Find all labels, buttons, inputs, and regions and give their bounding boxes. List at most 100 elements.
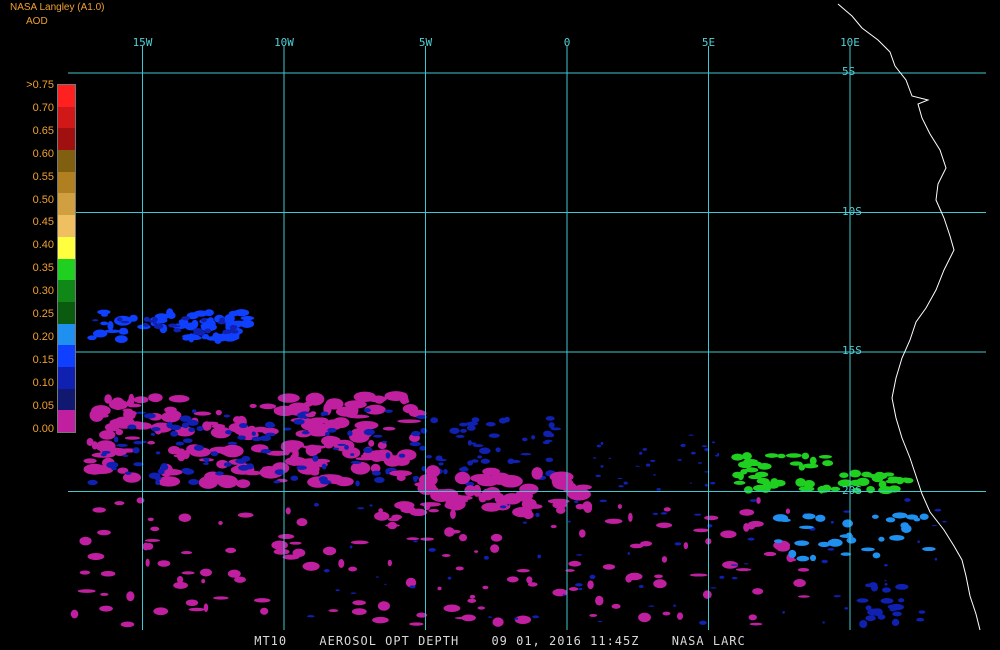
aerosol-patch	[153, 607, 169, 616]
aerosol-patch	[942, 520, 947, 523]
aerosol-patch	[690, 451, 696, 455]
aerosol-patch	[488, 433, 500, 438]
aerosol-patch	[225, 547, 237, 554]
aerosol-patch	[313, 502, 319, 507]
aerosol-patch	[472, 444, 484, 448]
aerosol-patch	[113, 436, 119, 443]
aerosol-patch	[425, 465, 441, 478]
aerosol-patch	[934, 557, 938, 561]
aerosol-patch	[673, 604, 677, 607]
aerosol-patch	[656, 522, 673, 528]
aerosol-patch	[617, 477, 623, 480]
aerosol-patch	[731, 453, 744, 461]
aerosol-patch	[378, 508, 383, 514]
legend-swatch	[58, 236, 75, 259]
aerosol-patch	[116, 317, 123, 322]
variable-name: AEROSOL OPT DEPTH	[319, 634, 460, 648]
aerosol-patch	[363, 447, 373, 454]
aerosol-patch	[167, 311, 176, 320]
aerosol-patch	[877, 614, 886, 620]
aerosol-patch	[628, 512, 633, 522]
aerosol-patch	[296, 412, 306, 419]
aerosol-patch	[638, 612, 651, 623]
aerosol-patch	[238, 464, 250, 471]
aerosol-patch	[135, 411, 147, 414]
aerosol-patch	[458, 533, 468, 542]
aerosol-patch	[203, 457, 210, 463]
aerosol-patch	[271, 540, 288, 550]
aerosol-patch	[822, 460, 834, 467]
aerosol-patch	[833, 595, 842, 598]
aerosol-patch	[349, 545, 353, 549]
aerosol-patch	[114, 315, 132, 326]
aerosol-patch	[372, 616, 389, 624]
aerosol-patch	[399, 392, 409, 405]
aerosol-patch	[99, 430, 116, 440]
aerosol-patch	[793, 579, 806, 588]
aerosol-patch	[617, 504, 622, 510]
aerosol-patch	[290, 475, 299, 481]
aerosol-patch	[630, 543, 644, 549]
aerosol-patch	[79, 570, 91, 575]
aerosol-patch	[86, 437, 94, 446]
aerosol-patch	[120, 621, 135, 628]
aerosol-patch	[903, 477, 914, 484]
aerosol-patch	[301, 430, 310, 435]
aerosol-patch	[355, 480, 360, 487]
legend-swatch	[58, 193, 75, 216]
aerosol-patch	[143, 413, 156, 419]
aerosol-patch	[164, 406, 177, 414]
aerosol-patch	[125, 471, 132, 475]
aerosol-patch	[413, 540, 418, 543]
aerosol-patch	[306, 615, 315, 618]
aerosol-patch	[710, 481, 716, 485]
aerosol-patch	[369, 504, 373, 507]
aerosol-patch	[237, 512, 254, 518]
aerosol-patch	[382, 426, 396, 431]
aerosol-patch	[234, 309, 250, 317]
aerosol-patch	[455, 566, 464, 571]
aerosol-patch	[398, 453, 406, 458]
aerosol-patch	[548, 422, 555, 429]
aerosol-patch	[441, 554, 451, 557]
aerosol-patch	[153, 323, 164, 329]
aerosol-patch	[227, 569, 241, 578]
aerosol-patch	[567, 520, 571, 523]
aerosol-patch	[204, 309, 214, 317]
aerosol-patch	[320, 412, 326, 417]
aerosol-patch	[133, 440, 144, 445]
legend-swatch	[58, 280, 75, 302]
aerosol-patch	[846, 536, 857, 544]
aerosol-patch	[694, 513, 702, 516]
legend-label: 0.00	[32, 422, 54, 435]
aerosol-patch	[173, 328, 182, 333]
aerosol-patch	[471, 417, 480, 423]
legend-colorbar	[57, 84, 76, 433]
aerosol-patch	[506, 576, 519, 583]
aerosol-patch	[437, 458, 447, 462]
aerosol-patch	[747, 537, 755, 541]
aerosol-patch	[352, 600, 366, 606]
aerosol-patch	[181, 467, 192, 472]
legend-swatch	[58, 128, 75, 151]
aerosol-patch	[844, 607, 849, 610]
aerosol-patch	[653, 579, 667, 589]
aerosol-patch	[801, 452, 810, 460]
aerosol-patch	[737, 472, 744, 481]
aerosol-patch	[773, 479, 786, 487]
aerosol-patch	[450, 509, 456, 520]
aerosol-patch	[809, 554, 817, 562]
aerosol-patch	[428, 547, 436, 552]
aerosol-patch	[865, 615, 876, 622]
aerosol-patch	[79, 536, 92, 546]
aerosol-patch	[885, 517, 896, 523]
aerosol-patch	[191, 409, 197, 414]
aerosol-patch	[173, 581, 188, 589]
aerosol-patch	[97, 529, 111, 536]
aerosol-patch	[124, 436, 141, 440]
aerosol-patch	[141, 323, 149, 327]
aerosol-patch	[642, 447, 648, 451]
aerosol-patch	[821, 559, 828, 564]
aerosol-patch	[895, 583, 909, 590]
aerosol-patch	[296, 465, 307, 470]
